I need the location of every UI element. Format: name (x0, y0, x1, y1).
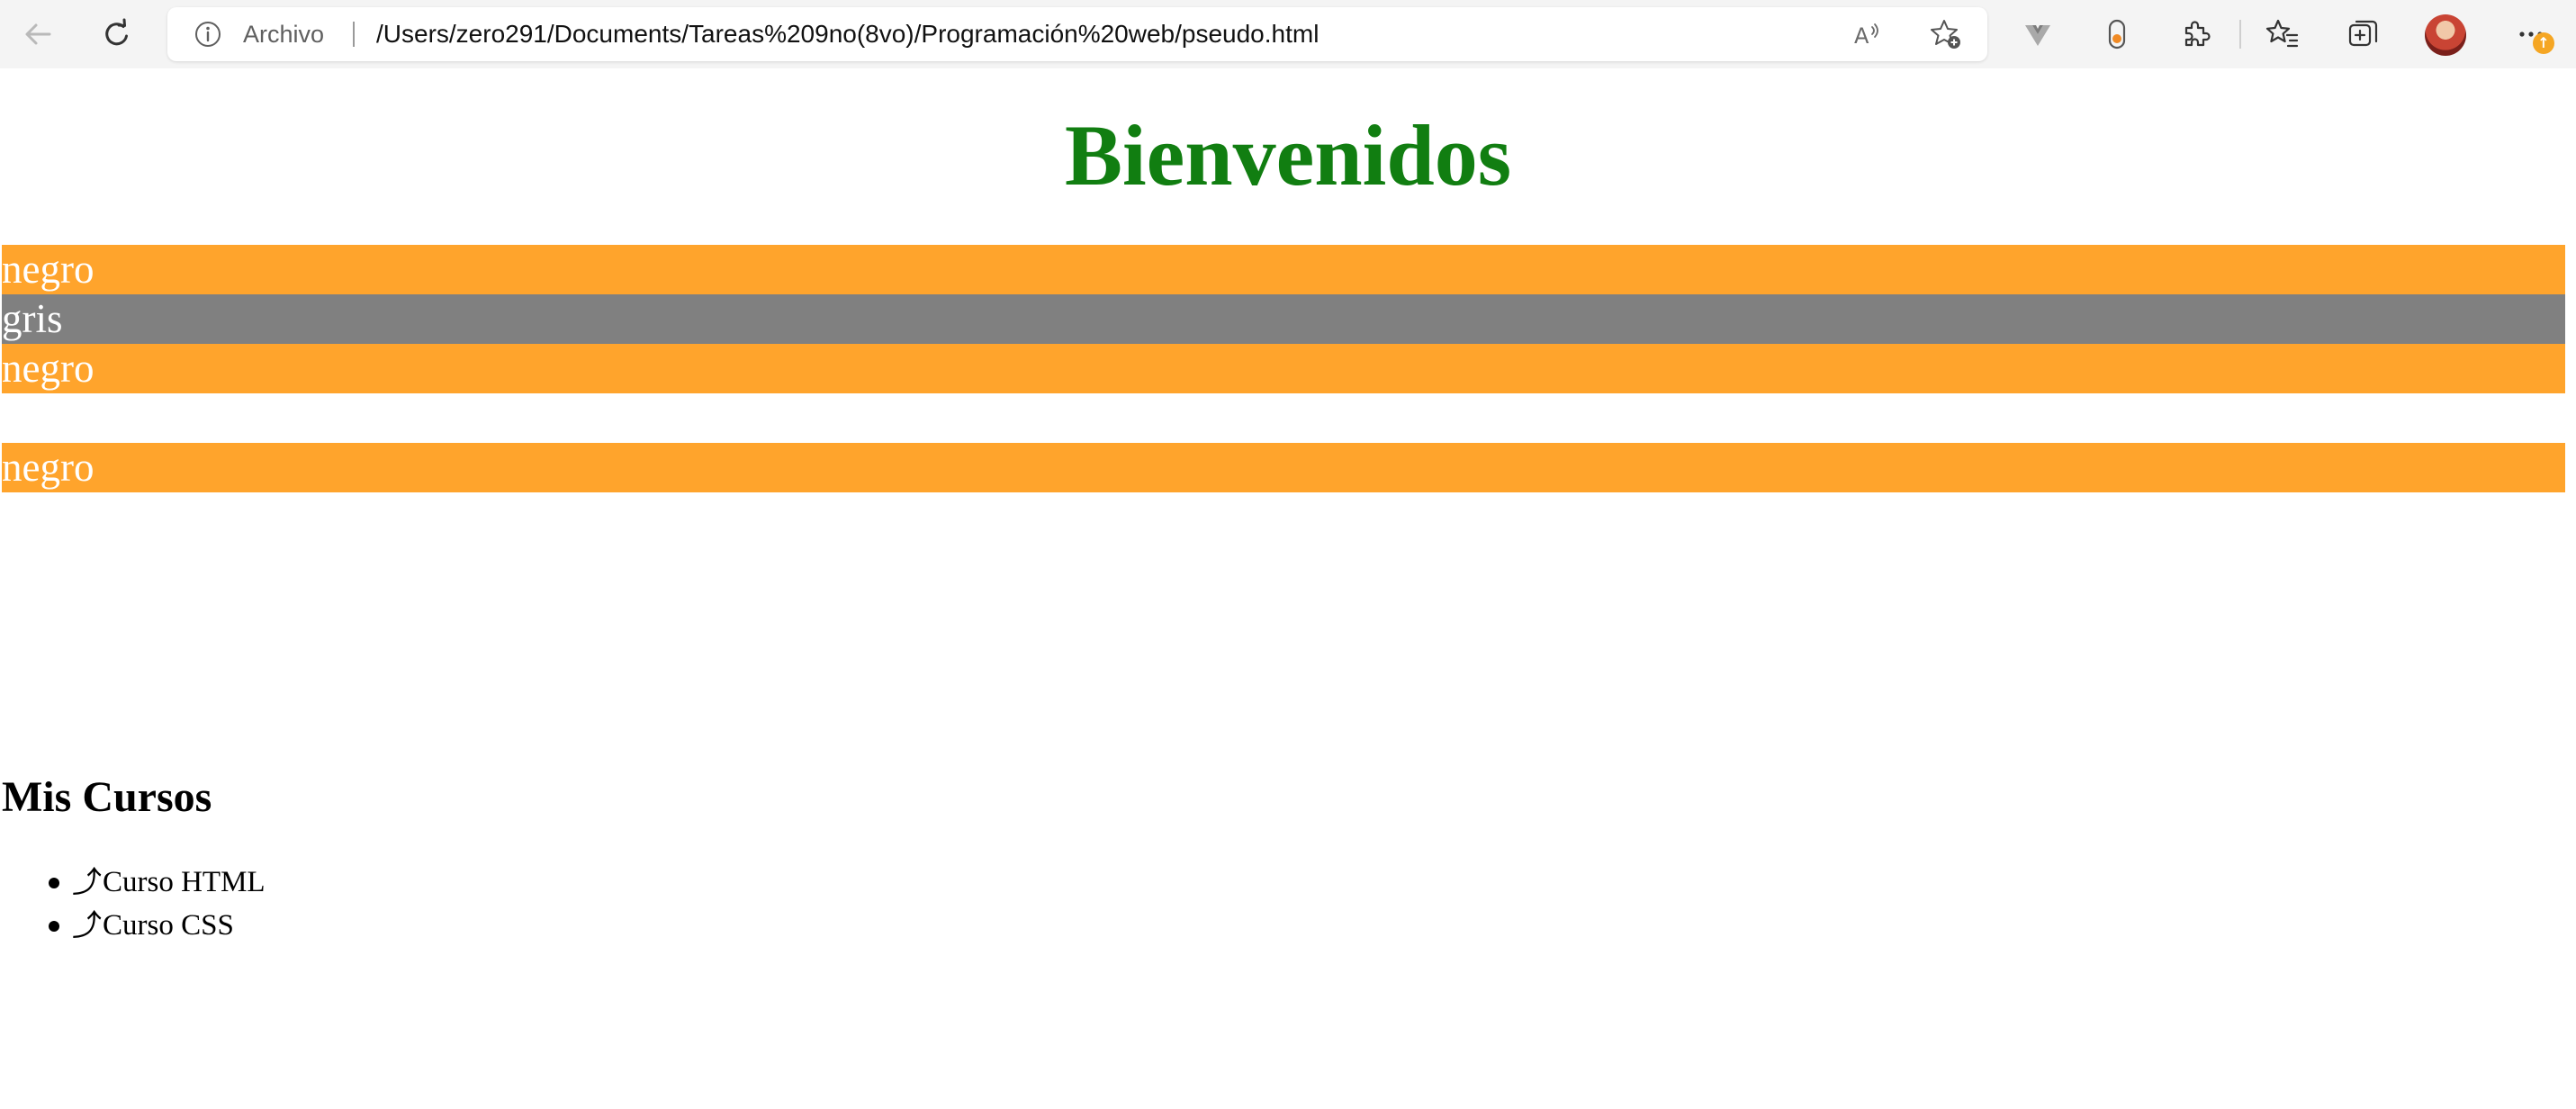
course-label: Curso HTML (103, 866, 266, 898)
svg-text:A: A (1854, 23, 1869, 49)
extensions-button[interactable] (2171, 9, 2221, 59)
bullet (49, 921, 59, 932)
page-content: Bienvenidos negro gris negro negro Mis C… (0, 68, 2576, 1109)
color-band: gris (2, 294, 2565, 344)
extension-pill-button[interactable] (2092, 9, 2142, 59)
collections-button[interactable] (2338, 9, 2389, 59)
color-band: negro (2, 443, 2565, 492)
reload-button[interactable] (92, 9, 142, 59)
vue-devtools-icon (2022, 18, 2054, 50)
courses-heading: Mis Cursos (2, 773, 212, 821)
curved-arrow-icon: ⤴ (72, 907, 102, 942)
bullet (49, 878, 59, 888)
page-title: Bienvenidos (1064, 107, 1512, 203)
course-label: Curso CSS (103, 909, 234, 942)
update-badge[interactable]: ↑ (2533, 32, 2554, 54)
favorites-button[interactable] (2257, 9, 2308, 59)
curved-arrow-icon: ⤴ (72, 864, 102, 899)
arrow-left-icon (21, 17, 55, 51)
star-plus-icon[interactable] (1930, 18, 1962, 50)
toolbar-divider (2239, 20, 2241, 49)
extension-pill-icon (2101, 18, 2133, 50)
reload-icon (100, 17, 134, 51)
color-band: negro (2, 344, 2565, 393)
back-button[interactable] (13, 9, 63, 59)
address-bar[interactable]: Archivo /Users/zero291/Documents/Tareas%… (167, 7, 1987, 61)
avatar[interactable] (2425, 14, 2466, 56)
address-url[interactable]: /Users/zero291/Documents/Tareas%209no(8v… (376, 7, 1319, 61)
info-icon[interactable] (194, 21, 221, 48)
puzzle-icon (2180, 18, 2212, 50)
address-divider (353, 22, 355, 47)
vue-devtools-button[interactable] (2013, 9, 2063, 59)
color-band (2, 393, 2565, 443)
browser-toolbar: Archivo /Users/zero291/Documents/Tareas%… (0, 0, 2576, 68)
collections-icon (2346, 17, 2381, 51)
address-scheme-label: Archivo (243, 21, 325, 48)
favorites-icon (2265, 17, 2300, 51)
read-aloud-icon[interactable]: A (1851, 18, 1883, 50)
color-band: negro (2, 245, 2565, 294)
